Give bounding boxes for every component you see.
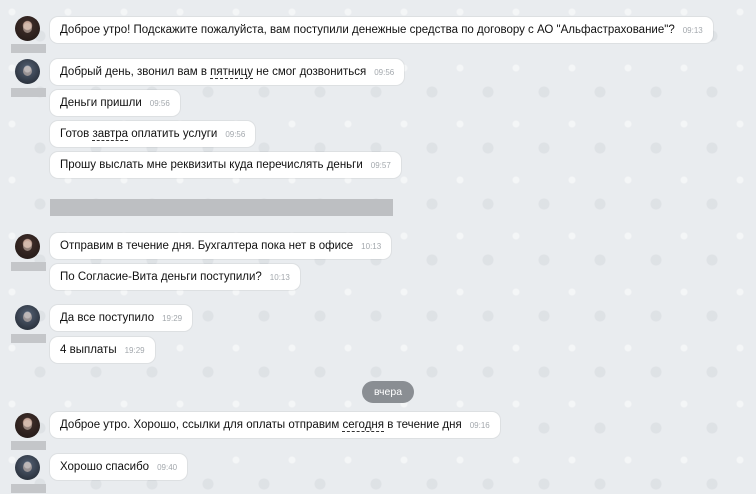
- message-text: Доброе утро. Хорошо, ссылки для оплаты о…: [60, 419, 343, 431]
- redacted-sender-name: [11, 44, 46, 53]
- client-avatar[interactable]: [15, 455, 40, 480]
- redacted-sender-name: [11, 334, 46, 343]
- highlighted-date-word[interactable]: сегодня: [342, 419, 384, 432]
- message-bubble[interactable]: Прошу выслать мне реквизиты куда перечис…: [50, 152, 401, 178]
- message-time: 19:29: [162, 314, 183, 323]
- redacted-sender-name: [11, 262, 46, 271]
- message-bubble[interactable]: Готов завтра оплатить услуги 09:56: [50, 121, 256, 147]
- message-time: 10:13: [269, 273, 290, 282]
- message-time: 09:16: [469, 421, 490, 430]
- message-time: 10:13: [361, 242, 382, 251]
- highlighted-date-word[interactable]: завтра: [92, 128, 129, 141]
- message-time: 09:40: [157, 463, 178, 472]
- message-bubble[interactable]: Доброе утро. Хорошо, ссылки для оплаты о…: [50, 412, 500, 438]
- message-text: Отправим в течение дня. Бухгалтера пока …: [60, 240, 354, 252]
- message-text: Деньги пришли: [60, 97, 142, 109]
- message-text: Доброе утро! Подскажите пожалуйста, вам …: [60, 24, 675, 36]
- redacted-sender-name: [11, 88, 46, 97]
- message-text: По Согласие-Вита деньги поступили?: [60, 271, 262, 283]
- message-time: 09:13: [682, 26, 703, 35]
- message-text: в течение дня: [384, 419, 462, 431]
- date-separator: вчера: [362, 381, 414, 403]
- highlighted-date-word[interactable]: пятницу: [210, 66, 253, 79]
- message-bubble[interactable]: По Согласие-Вита деньги поступили? 10:13: [50, 264, 300, 290]
- message-bubble[interactable]: Хорошо спасибо 09:40: [50, 454, 188, 480]
- message-bubble[interactable]: Отправим в течение дня. Бухгалтера пока …: [50, 233, 392, 259]
- agent-avatar[interactable]: [15, 234, 40, 259]
- message-text: Прошу выслать мне реквизиты куда перечис…: [60, 159, 363, 171]
- message-time: 09:56: [149, 99, 170, 108]
- agent-avatar[interactable]: [15, 16, 40, 41]
- message-bubble[interactable]: Да все поступило 19:29: [50, 305, 193, 331]
- redacted-sender-name: [11, 441, 46, 450]
- message-text: Хорошо спасибо: [60, 461, 150, 473]
- message-text: оплатить услуги: [128, 128, 218, 140]
- message-text: Добрый день, звонил вам в: [60, 66, 211, 78]
- message-bubble[interactable]: 4 выплаты 19:29: [50, 337, 155, 363]
- message-time: 09:56: [225, 130, 246, 139]
- redacted-content: [50, 199, 393, 216]
- message-text: Да все поступило: [60, 312, 155, 324]
- message-bubble[interactable]: Добрый день, звонил вам в пятницу не смо…: [50, 59, 405, 85]
- message-text: 4 выплаты: [60, 344, 117, 356]
- message-time: 09:56: [374, 68, 395, 77]
- client-avatar[interactable]: [15, 59, 40, 84]
- agent-avatar[interactable]: [15, 413, 40, 438]
- message-bubble[interactable]: Деньги пришли 09:56: [50, 90, 180, 116]
- redacted-sender-name: [11, 484, 46, 493]
- message-bubble[interactable]: Доброе утро! Подскажите пожалуйста, вам …: [50, 17, 713, 43]
- message-time: 09:57: [370, 161, 391, 170]
- message-time: 19:29: [124, 346, 145, 355]
- message-text: не смог дозвониться: [252, 66, 367, 78]
- message-text: Готов: [60, 128, 93, 140]
- client-avatar[interactable]: [15, 305, 40, 330]
